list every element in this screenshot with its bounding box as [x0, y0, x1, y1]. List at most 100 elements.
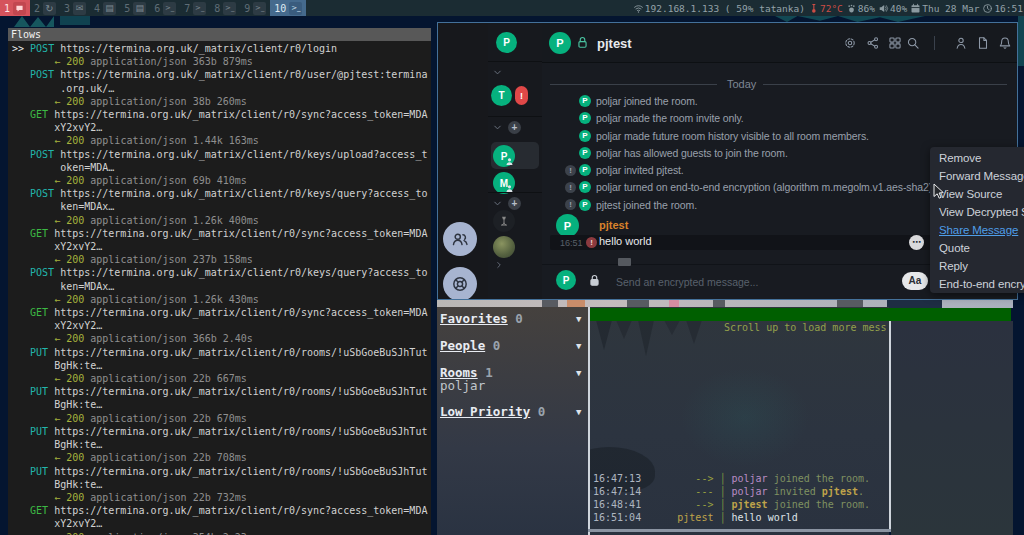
- account-avatar[interactable]: T: [491, 85, 512, 106]
- menu-item-end-to-end-encry[interactable]: End-to-end encry: [930, 275, 1024, 293]
- temperature-status: 72°C: [808, 3, 843, 14]
- help-button[interactable]: [443, 267, 477, 299]
- event-avatar: P: [579, 199, 591, 211]
- menu-item-remove[interactable]: Remove: [930, 149, 1024, 167]
- menu-item-view-decrypted-s[interactable]: View Decrypted S: [930, 203, 1024, 221]
- calendar-icon: [910, 3, 921, 14]
- chat-activity-sidebar: [438, 23, 488, 299]
- message-options-button[interactable]: ⋯: [909, 235, 924, 250]
- message-text: hello world: [599, 235, 652, 247]
- chevron-right-icon[interactable]: [494, 260, 504, 270]
- workspace-8[interactable]: 8>_: [210, 0, 240, 16]
- menu-item-share-message[interactable]: Share Message: [930, 221, 1024, 239]
- workspace-7[interactable]: 7>_: [180, 0, 210, 16]
- day-divider: Today: [550, 78, 1007, 90]
- message-sender[interactable]: pjtest: [599, 219, 628, 231]
- room-title: pjtest: [597, 36, 632, 51]
- terminal-icon: >_: [193, 2, 206, 15]
- workspace-2[interactable]: 2↻: [30, 0, 60, 16]
- mail-icon: ✉: [73, 2, 86, 15]
- collapse-triangle-icon[interactable]: ▼: [576, 368, 581, 378]
- workspace-3[interactable]: 3✉: [60, 0, 90, 16]
- time-status: 16:51: [982, 3, 1023, 14]
- community-avatar-1[interactable]: [493, 210, 515, 232]
- add-room-button[interactable]: +: [508, 121, 521, 134]
- event-avatar: P: [579, 95, 591, 107]
- refresh-icon: ↻: [43, 2, 56, 15]
- timeline-event: Ppoljar made the room invite only.: [565, 112, 744, 125]
- chat-log-line: 16:48:41 --> │ pjtest joined the room.: [593, 499, 870, 510]
- buffer-group-favorites[interactable]: Favorites 0: [440, 311, 523, 326]
- terminal-icon: >_: [253, 2, 266, 15]
- flows-list[interactable]: >> POST https://termina.org.uk/_matrix/c…: [12, 42, 427, 535]
- menu-item-reply[interactable]: Reply: [930, 257, 1024, 275]
- chat-log-line: 16:47:14 --- │ poljar invited pjtest.: [593, 486, 864, 497]
- person-overlay-icon: [505, 157, 514, 166]
- encryption-lock-icon: [575, 35, 590, 50]
- notifications-icon[interactable]: [998, 36, 1012, 50]
- workspace-9[interactable]: 9>_: [240, 0, 270, 16]
- volume-status: 40%: [878, 3, 907, 14]
- search-icon[interactable]: [906, 36, 920, 50]
- profile-avatar[interactable]: P: [496, 32, 517, 53]
- share-icon[interactable]: [866, 36, 880, 50]
- room-avatar[interactable]: P: [549, 32, 571, 54]
- message-error-icon: !: [586, 237, 597, 248]
- message-input[interactable]: Send an encrypted message...: [616, 276, 758, 288]
- format-button[interactable]: Aa: [902, 272, 928, 290]
- widgets-icon[interactable]: [888, 36, 902, 50]
- chevron-down-icon[interactable]: [492, 67, 503, 78]
- network-status: 192.168.1.133 ( 59% tatanka): [633, 3, 805, 14]
- rooms-directory-button[interactable]: [443, 222, 477, 256]
- collapse-triangle-icon[interactable]: ▼: [576, 341, 581, 351]
- buffer-list-panel[interactable]: Favorites 0▼People 0▼Rooms 1▼poljarLow P…: [437, 307, 588, 535]
- event-avatar: P: [579, 112, 591, 124]
- book-icon: ▤: [133, 2, 146, 15]
- message-context-menu: RemoveForward MessageView SourceView Dec…: [930, 147, 1024, 293]
- add-community-button[interactable]: +: [508, 197, 521, 210]
- buffer-item-poljar[interactable]: poljar: [440, 378, 485, 393]
- terminal-icon: >_: [163, 2, 176, 15]
- timeline-event: Ppoljar has allowed guests to join the r…: [565, 146, 788, 159]
- workspace-6[interactable]: 6>_: [150, 0, 180, 16]
- event-avatar: P: [579, 147, 591, 159]
- composer-hint: [618, 258, 631, 266]
- chat-icon: [13, 2, 26, 15]
- workspace-10[interactable]: 10>_: [270, 0, 306, 16]
- mouse-cursor: [933, 183, 945, 200]
- event-avatar: P: [579, 181, 591, 193]
- thermometer-icon: [808, 3, 819, 14]
- wifi-icon: [633, 3, 644, 14]
- collapse-triangle-icon[interactable]: ▼: [576, 407, 581, 417]
- event-state-icon: !: [565, 182, 576, 193]
- timeline-event: !Ppoljar invited pjtest.: [565, 164, 684, 177]
- chevron-down-icon[interactable]: [492, 198, 503, 209]
- community-avatar-2[interactable]: [493, 236, 515, 258]
- message-avatar[interactable]: P: [556, 214, 579, 237]
- buffer-group-people[interactable]: People 0: [440, 338, 500, 353]
- chevron-down-icon[interactable]: [492, 122, 503, 133]
- settings-icon[interactable]: [843, 36, 857, 50]
- workspace-list: 12↻3✉4▤5▤6>_7>_8>_9>_10>_: [0, 0, 306, 16]
- speaker-icon: [878, 3, 889, 14]
- workspace-5[interactable]: 5▤: [120, 0, 150, 16]
- chat-room-header: P pjtest: [542, 23, 1017, 63]
- lifebuoy-icon: [451, 275, 469, 293]
- collapse-triangle-icon[interactable]: ▼: [576, 314, 581, 324]
- menu-item-quote[interactable]: Quote: [930, 239, 1024, 257]
- terminal-chat-window: Favorites 0▼People 0▼Rooms 1▼poljarLow P…: [437, 307, 1013, 535]
- timeline-event: !Ppjtest joined the room.: [565, 198, 697, 211]
- files-icon[interactable]: [976, 36, 990, 50]
- flows-header: Flows: [8, 28, 431, 41]
- buffer-group-low-priority[interactable]: Low Priority 0: [440, 404, 545, 419]
- workspace-1[interactable]: 1: [0, 0, 30, 16]
- workspace-4[interactable]: 4▤: [90, 0, 120, 16]
- chat-log-line: 16:51:04 pjtest │ hello world: [593, 512, 798, 523]
- composer-lock-icon: [587, 273, 602, 288]
- status-segments: 192.168.1.133 ( 59% tatanka)72°C86%40%Th…: [633, 3, 1024, 14]
- battery-status: 86%: [846, 3, 875, 14]
- terminal-icon: >_: [289, 2, 302, 15]
- message-timestamp: 16:51: [560, 238, 583, 248]
- scroll-notice: Scroll up to load more mess: [724, 322, 887, 333]
- members-icon[interactable]: [954, 36, 968, 50]
